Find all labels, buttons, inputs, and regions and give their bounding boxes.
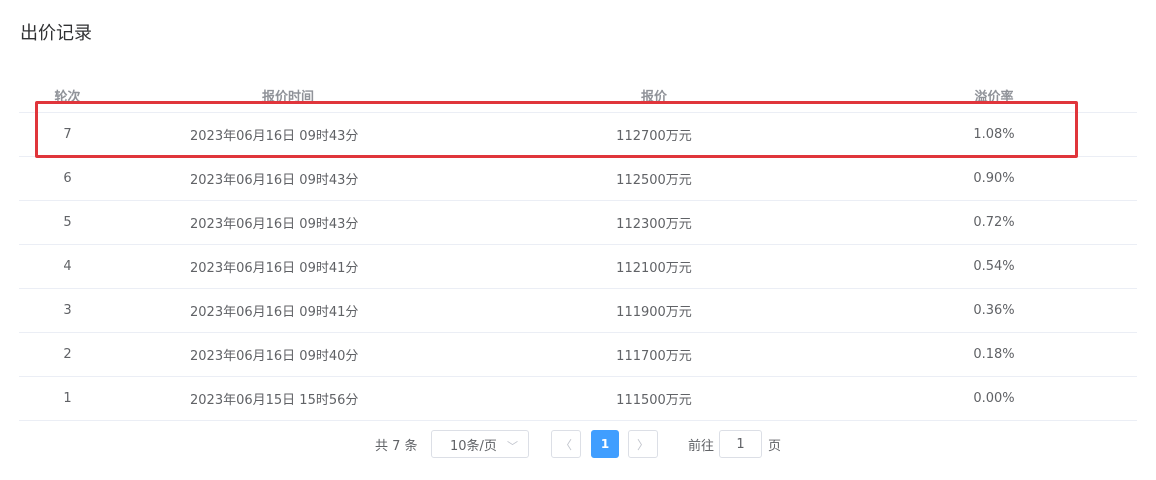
cell-price: 111700万元 bbox=[616, 349, 692, 364]
cell-time: 2023年06月16日 09时43分 bbox=[190, 217, 359, 232]
cell-premium: 0.00% bbox=[973, 391, 1015, 406]
cell-premium: 0.90% bbox=[973, 171, 1015, 186]
table-row: 3 2023年06月16日 09时41分 111900万元 0.36% bbox=[19, 289, 1137, 333]
cell-time: 2023年06月16日 09时41分 bbox=[190, 261, 359, 276]
table-row: 5 2023年06月16日 09时43分 112300万元 0.72% bbox=[19, 201, 1137, 245]
page-number-button[interactable]: 1 bbox=[591, 430, 619, 458]
cell-price: 112700万元 bbox=[616, 129, 692, 144]
next-page-button[interactable]: 〉 bbox=[628, 430, 658, 458]
page-unit-label: 页 bbox=[768, 438, 782, 454]
header-round: 轮次 bbox=[54, 89, 81, 105]
table-row: 2 2023年06月16日 09时40分 111700万元 0.18% bbox=[19, 333, 1137, 377]
page-title: 出价记录 bbox=[20, 23, 92, 44]
cell-round: 5 bbox=[63, 215, 72, 230]
bid-table: 轮次 报价时间 报价 溢价率 7 2023年06月16日 09时43分 1127… bbox=[19, 78, 1137, 421]
chevron-left-icon: 〈 bbox=[559, 437, 572, 452]
cell-price: 112100万元 bbox=[616, 261, 692, 276]
cell-premium: 0.36% bbox=[973, 303, 1015, 318]
goto-page-input[interactable]: 1 bbox=[719, 430, 762, 458]
cell-round: 4 bbox=[63, 259, 72, 274]
table-row: 1 2023年06月15日 15时56分 111500万元 0.00% bbox=[19, 377, 1137, 421]
chevron-right-icon: 〉 bbox=[636, 437, 649, 452]
cell-price: 111500万元 bbox=[616, 393, 692, 408]
cell-round: 3 bbox=[63, 303, 72, 318]
pagination: 共 7 条 10条/页 ﹀ 〈 1 〉 前往 1 页 bbox=[0, 430, 1156, 460]
table-row: 6 2023年06月16日 09时43分 112500万元 0.90% bbox=[19, 157, 1137, 201]
cell-time: 2023年06月16日 09时43分 bbox=[190, 129, 359, 144]
cell-time: 2023年06月16日 09时41分 bbox=[190, 305, 359, 320]
cell-round: 7 bbox=[63, 127, 72, 142]
cell-price: 112500万元 bbox=[616, 173, 692, 188]
cell-time: 2023年06月16日 09时43分 bbox=[190, 173, 359, 188]
cell-round: 2 bbox=[63, 347, 72, 362]
header-price: 报价 bbox=[640, 89, 667, 105]
prev-page-button[interactable]: 〈 bbox=[551, 430, 581, 458]
cell-premium: 0.54% bbox=[973, 259, 1015, 274]
page-size-select[interactable]: 10条/页 ﹀ bbox=[431, 430, 529, 458]
cell-premium: 0.72% bbox=[973, 215, 1015, 230]
header-premium: 溢价率 bbox=[974, 89, 1014, 105]
cell-round: 6 bbox=[63, 171, 72, 186]
cell-round: 1 bbox=[63, 391, 72, 406]
table-row: 7 2023年06月16日 09时43分 112700万元 1.08% bbox=[19, 113, 1137, 157]
cell-time: 2023年06月15日 15时56分 bbox=[190, 393, 359, 408]
table-row: 4 2023年06月16日 09时41分 112100万元 0.54% bbox=[19, 245, 1137, 289]
cell-time: 2023年06月16日 09时40分 bbox=[190, 349, 359, 364]
cell-price: 112300万元 bbox=[616, 217, 692, 232]
table-header: 轮次 报价时间 报价 溢价率 bbox=[19, 78, 1137, 113]
pagination-total: 共 7 条 bbox=[375, 438, 418, 454]
page-size-label: 10条/页 bbox=[450, 438, 497, 454]
chevron-down-icon: ﹀ bbox=[507, 440, 518, 453]
cell-premium: 0.18% bbox=[973, 347, 1015, 362]
header-time: 报价时间 bbox=[261, 89, 314, 105]
cell-price: 111900万元 bbox=[616, 305, 692, 320]
bid-records-page: 出价记录 轮次 报价时间 报价 溢价率 7 2023年06月16日 09时43分… bbox=[0, 0, 1156, 480]
goto-label: 前往 bbox=[688, 438, 715, 454]
cell-premium: 1.08% bbox=[973, 127, 1015, 142]
